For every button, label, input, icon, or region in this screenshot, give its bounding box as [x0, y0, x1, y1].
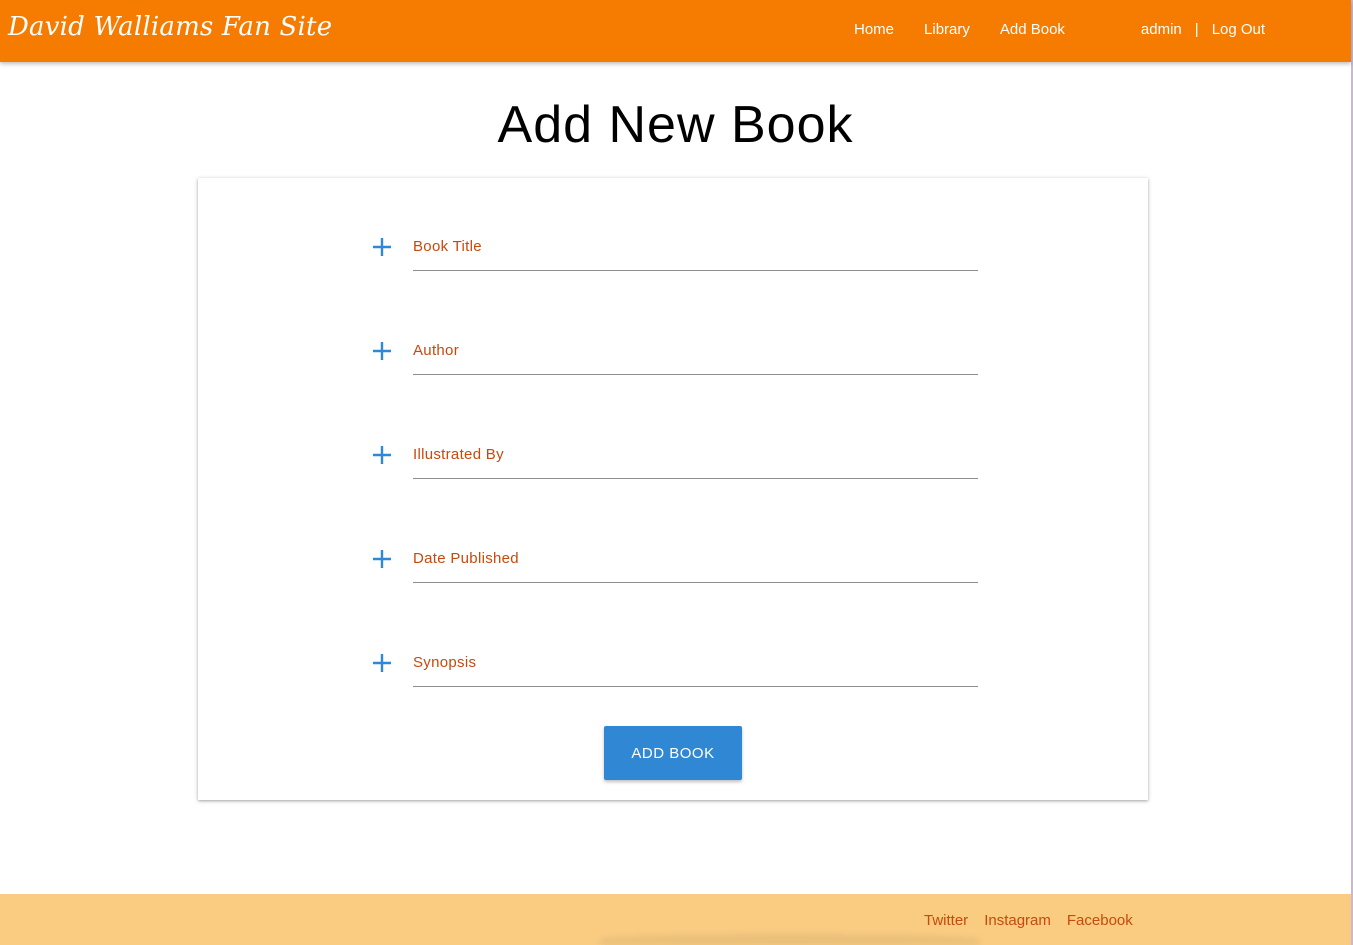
page-title: Add New Book: [497, 96, 854, 154]
username-label: admin: [1140, 21, 1182, 38]
nav-separator: |: [1194, 21, 1199, 38]
book-title-input[interactable]: [413, 227, 978, 271]
illustrated-by-field: Illustrated By: [370, 435, 980, 483]
plus-icon: [373, 238, 391, 256]
logout-link[interactable]: Log Out: [1212, 21, 1265, 38]
plus-icon: [373, 446, 391, 464]
illustrated-by-label: Illustrated By: [413, 446, 504, 463]
book-title-field: Book Title: [370, 227, 980, 275]
footer-instagram-link[interactable]: Instagram: [984, 912, 1051, 929]
book-title-label: Book Title: [413, 238, 482, 255]
nav-library-link[interactable]: Library: [924, 21, 970, 38]
plus-icon: [373, 654, 391, 672]
synopsis-label: Synopsis: [413, 654, 477, 671]
add-book-button[interactable]: ADD BOOK: [604, 726, 742, 780]
site-logo[interactable]: David Walliams Fan Site: [8, 12, 332, 42]
date-published-field: Date Published: [370, 539, 980, 587]
nav-add-book-link[interactable]: Add Book: [1000, 21, 1065, 38]
footer-links: Twitter Instagram Facebook: [924, 912, 1133, 929]
footer-twitter-link[interactable]: Twitter: [924, 912, 968, 929]
footer-shadow: [600, 934, 980, 945]
nav-links: Home Library Add Book admin | Log Out: [854, 21, 1265, 38]
synopsis-input[interactable]: [413, 643, 978, 687]
date-published-label: Date Published: [413, 550, 519, 567]
footer: Twitter Instagram Facebook: [0, 894, 1351, 945]
navbar: David Walliams Fan Site Home Library Add…: [0, 0, 1351, 62]
author-label: Author: [413, 342, 459, 359]
synopsis-field: Synopsis: [370, 643, 980, 691]
nav-home-link[interactable]: Home: [854, 21, 894, 38]
page: David Walliams Fan Site Home Library Add…: [0, 0, 1353, 945]
footer-facebook-link[interactable]: Facebook: [1067, 912, 1133, 929]
plus-icon: [373, 550, 391, 568]
author-field: Author: [370, 331, 980, 379]
add-book-form: Book Title Author Illustrated By Date Pu…: [198, 178, 1148, 800]
plus-icon: [373, 342, 391, 360]
author-input[interactable]: [413, 331, 978, 375]
